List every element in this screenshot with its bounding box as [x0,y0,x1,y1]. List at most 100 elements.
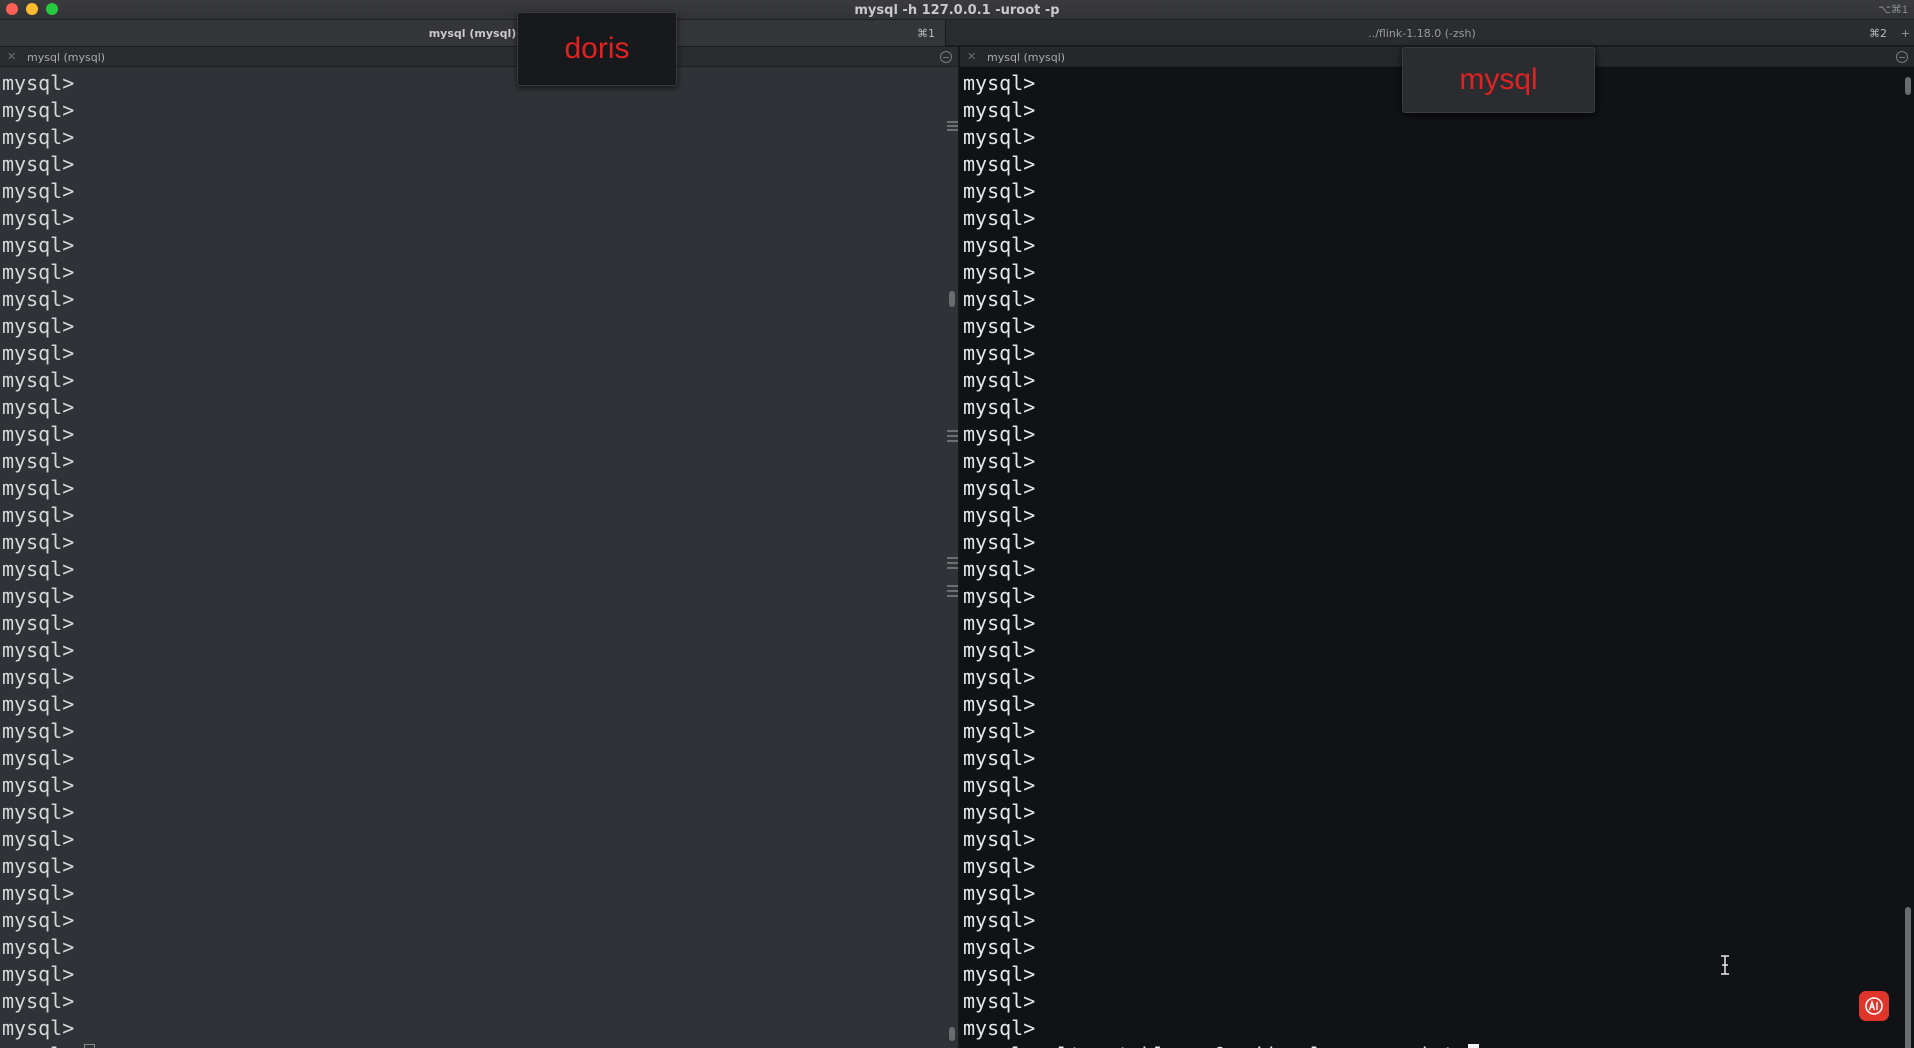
prompt-line: mysql> [963,935,1036,959]
prompt-line: mysql> [963,692,1036,716]
prompt-line: mysql> [963,314,1036,338]
tab-mysql[interactable]: mysql (mysql) ⌘1 [0,20,946,46]
left-terminal-pane[interactable]: ✕ mysql (mysql) mysql> mysql> mysql> mysql>… [0,47,958,1048]
prompt-line: mysql> [963,827,1036,851]
prompt-line: mysql> [2,746,75,770]
prompt-line: mysql> [963,800,1036,824]
command-input[interactable]: alter table a_0 add column age int; [1045,1042,1466,1048]
prompt-line: mysql> [2,233,75,257]
prompt-line: mysql> [963,908,1036,932]
prompt-line: mysql> [2,989,75,1013]
mysql-label-overlay: mysql [1402,47,1595,113]
prompt-line: mysql> [2,692,75,716]
pane-header: ✕ mysql (mysql) [0,47,958,67]
prompt-line: mysql> [963,476,1036,500]
prompt-line: mysql> [963,260,1036,284]
prompt-line: mysql> [963,638,1036,662]
scrollbar[interactable] [946,67,958,1048]
prompt-line: mysql> [2,287,75,311]
prompt-line: mysql> [2,98,75,122]
prompt-line: mysql> [963,125,1036,149]
prompt-line: mysql> [963,854,1036,878]
prompt-line: mysql> [963,557,1036,581]
doris-label-overlay: doris [517,12,677,86]
tab-label: ../flink-1.18.0 (-zsh) [1368,26,1476,40]
prompt-line: mysql> [2,449,75,473]
prompt-line: mysql> [963,1016,1036,1040]
prompt-line: mysql> [2,395,75,419]
prompt-line: mysql> [2,665,75,689]
prompt-line: mysql> [2,260,75,284]
prompt-line: mysql> [963,719,1036,743]
prompt-line: mysql> [963,746,1036,770]
prompt-line: mysql> [963,179,1036,203]
prompt-line: mysql> [2,800,75,824]
right-terminal-pane[interactable]: ✕ mysql (mysql) mysql> mysql> mysql> mysql>… [960,47,1914,1048]
ai-glyph-icon [1865,997,1883,1015]
prompt-line: mysql> [963,584,1036,608]
close-icon[interactable]: ✕ [7,50,16,63]
prompt-line: mysql> [963,530,1036,554]
prompt-line: mysql> [2,719,75,743]
prompt-line: mysql> [2,314,75,338]
prompt-line: mysql> [2,125,75,149]
prompt-line: mysql> [2,854,75,878]
prompt-line: mysql> [2,152,75,176]
tab-bar: mysql (mysql) ⌘1 ../flink-1.18.0 (-zsh) … [0,20,1914,46]
title-bar: mysql -h 127.0.0.1 -uroot -p ⌥⌘1 [0,0,1914,20]
tab-flink[interactable]: ../flink-1.18.0 (-zsh) ⌘2 [947,20,1897,46]
prompt-line: mysql> [2,368,75,392]
prompt-line: mysql> [2,530,75,554]
prompt-line: mysql> [2,206,75,230]
prompt-line: mysql> [963,665,1036,689]
prompt-line: mysql> [963,881,1036,905]
prompt-line: mysql> [963,152,1036,176]
prompt-line: mysql> [963,206,1036,230]
minimize-icon[interactable] [940,51,952,63]
prompt-line: mysql> [963,611,1036,635]
tab-shortcut: ⌘1 [917,26,935,40]
ai-badge-icon[interactable] [1859,991,1889,1021]
text-cursor-icon [1721,955,1729,975]
text-cursor [1467,1044,1479,1048]
scrollbar[interactable] [1902,67,1914,1048]
prompt-line: mysql> [963,341,1036,365]
prompt-line: mysql> [963,449,1036,473]
prompt-line: mysql> [2,476,75,500]
prompt-line: mysql> [963,233,1036,257]
active-prompt-line[interactable]: mysql> alter table a_0 add column age int… [963,1042,1479,1048]
prompt-line: mysql> [963,773,1036,797]
prompt-line: mysql> [2,1016,75,1040]
terminal-output: mysql> mysql> mysql> mysql> mysql> mysql> mysq… [2,70,96,1048]
prompt-line: mysql> [2,908,75,932]
prompt-line: mysql> [2,962,75,986]
prompt-line: mysql> [2,341,75,365]
prompt-line: mysql> [2,935,75,959]
prompt-line: mysql> [963,368,1036,392]
prompt-line: mysql> [2,611,75,635]
pane-title: mysql (mysql) [987,51,1066,64]
prompt-line: mysql> [963,989,1036,1013]
tab-shortcut: ⌘2 [1869,26,1887,40]
prompt: mysql> [963,1042,1035,1048]
prompt-line: mysql> [2,503,75,527]
minimize-icon[interactable] [1896,51,1908,63]
window-title: mysql -h 127.0.0.1 -uroot -p [854,3,1060,18]
tab-label: mysql (mysql) [428,26,517,40]
prompt-line: mysql> [2,773,75,797]
prompt-line: mysql> [963,395,1036,419]
prompt-line: mysql> [2,827,75,851]
active-prompt-line[interactable]: mysql> [2,1042,96,1048]
text-cursor [84,1044,96,1048]
prompt-line: mysql> [2,422,75,446]
prompt-line: mysql> [963,503,1036,527]
close-icon[interactable]: ✕ [967,50,976,63]
prompt-line: mysql> [963,422,1036,446]
prompt: mysql> [2,1042,74,1048]
plus-icon[interactable]: + [1897,20,1914,46]
prompt-line: mysql> [2,71,75,95]
prompt-line: mysql> [2,179,75,203]
prompt-line: mysql> [2,638,75,662]
prompt-line: mysql> [2,881,75,905]
terminal-output: mysql> mysql> mysql> mysql> mysql> mysql> mysq… [963,70,1479,1048]
